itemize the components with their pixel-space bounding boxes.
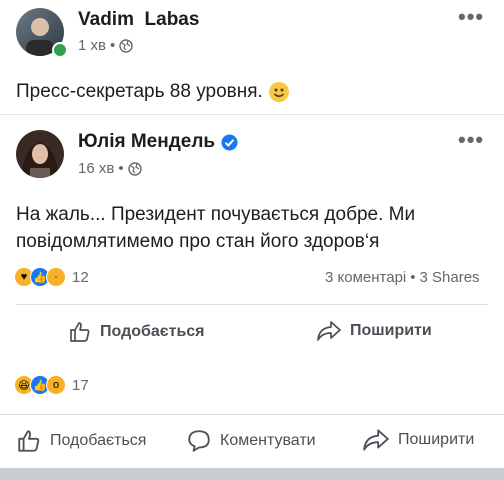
thumbs-up-icon <box>18 430 40 452</box>
shared-author-name[interactable]: Юлія Мендель <box>78 131 238 153</box>
person-icon <box>22 142 58 178</box>
shared-reactions-count: 12 <box>72 268 89 286</box>
share-icon <box>363 429 389 451</box>
globe-icon <box>119 38 133 53</box>
sad-reaction-icon: · <box>46 267 66 287</box>
post-reactions-count: 17 <box>72 376 89 394</box>
thumbs-up-icon <box>70 322 90 342</box>
shared-more-options-icon[interactable]: ••• <box>458 127 484 153</box>
divider <box>0 414 504 415</box>
smile-emoji-icon <box>268 81 289 102</box>
verified-badge-icon <box>221 134 238 150</box>
post-time[interactable]: 1 хв <box>78 37 106 54</box>
share-button[interactable]: Поширити <box>362 428 474 452</box>
shares-count[interactable]: 3 Shares <box>420 269 480 286</box>
comments-count[interactable]: 3 коментарі <box>325 269 406 286</box>
post-reactions[interactable]: 😆 👍 o 17 <box>14 375 89 395</box>
bottom-bar <box>0 468 504 480</box>
like-button[interactable]: Подобається <box>16 428 146 454</box>
shared-reactions[interactable]: ♥ 👍 · 12 <box>14 267 89 287</box>
shared-stats: 3 коментарі • 3 Shares <box>325 269 480 286</box>
comment-icon <box>188 430 210 452</box>
divider <box>16 304 488 305</box>
shared-time[interactable]: 16 хв <box>78 160 114 177</box>
post-author-name[interactable]: Vadim Labas <box>78 9 199 31</box>
online-indicator <box>52 42 68 58</box>
globe-icon <box>127 161 142 176</box>
share-icon <box>317 321 341 341</box>
post-text: Пресс-секретарь 88 уровня. <box>16 78 289 105</box>
shared-share-button[interactable]: Поширити <box>316 320 432 342</box>
shared-post-text: На жаль... Президент почувається добре. … <box>16 204 416 252</box>
shared-post-border <box>0 114 504 115</box>
shared-author-avatar[interactable] <box>16 130 64 178</box>
shared-like-button[interactable]: Подобається <box>68 320 205 344</box>
wow-reaction-icon: o <box>46 375 66 395</box>
post-meta: 1 хв • <box>78 37 133 54</box>
comment-button[interactable]: Коментувати <box>186 428 316 454</box>
shared-meta: 16 хв • <box>78 160 142 177</box>
post-more-options-icon[interactable]: ••• <box>458 4 484 30</box>
